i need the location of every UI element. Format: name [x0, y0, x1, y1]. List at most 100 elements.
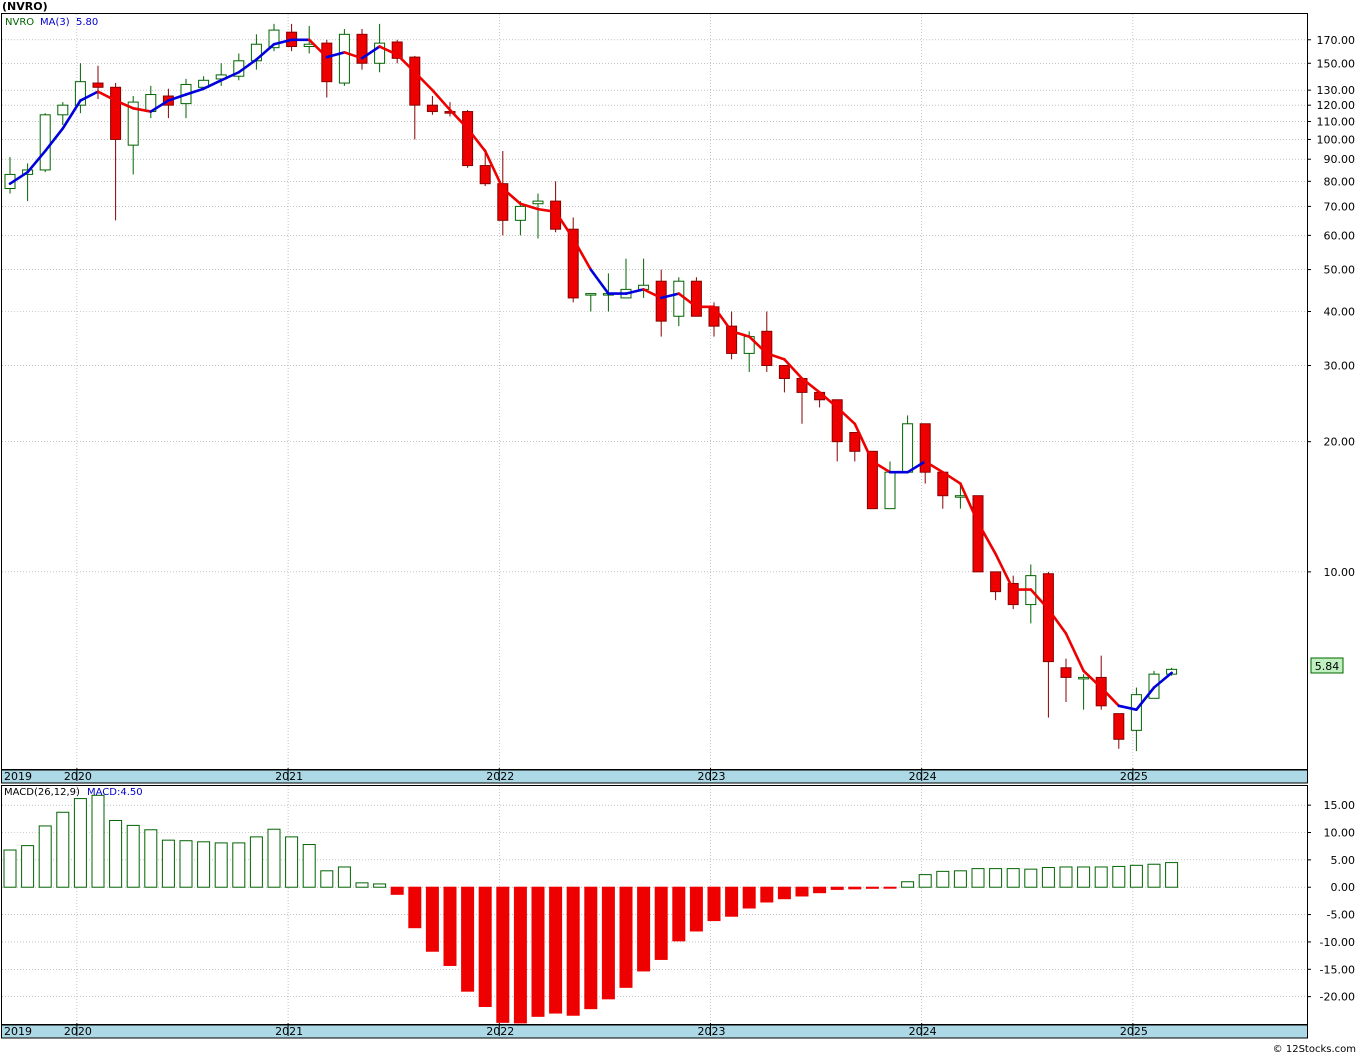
- macd-y-tick-label: -15.00: [1320, 963, 1355, 976]
- candle-body-down: [409, 56, 421, 106]
- macd-bar-negative: [883, 886, 897, 889]
- macd-bar-positive: [1006, 868, 1020, 888]
- macd-bar-negative: [601, 886, 615, 1000]
- macd-bar-positive: [1094, 866, 1108, 888]
- macd-bar-negative: [425, 886, 439, 952]
- macd-bar-positive: [179, 840, 193, 888]
- candle-body-up: [532, 200, 544, 205]
- macd-legend-label: MACD(26,12,9): [4, 787, 80, 798]
- macd-y-tick-label: 15.00: [1324, 799, 1356, 812]
- price-x-axis-label: 2019: [4, 770, 32, 783]
- macd-bar-positive: [373, 883, 387, 888]
- candle-body-up: [39, 114, 51, 171]
- candle-body-down: [1060, 667, 1072, 678]
- macd-bar-negative: [566, 886, 580, 1016]
- macd-y-tick-label: -5.00: [1327, 909, 1355, 922]
- macd-x-axis-label: 2023: [697, 1025, 725, 1038]
- candle-body-up: [954, 495, 966, 498]
- price-y-tick-label: 80.00: [1324, 175, 1356, 188]
- macd-bar-positive: [1024, 868, 1038, 888]
- candle: [690, 277, 702, 317]
- price-y-tick-label: 120.00: [1317, 99, 1356, 112]
- candle-body-up: [57, 104, 69, 116]
- macd-bar-positive: [267, 828, 281, 888]
- candle-body-up: [902, 423, 914, 473]
- price-y-tick-label: 10.00: [1324, 566, 1356, 579]
- candle: [462, 109, 474, 168]
- macd-bar-negative: [513, 886, 527, 1024]
- price-y-axis: 10.00 20.00 30.00 40.00 50.00 60.00 70.00 80.00…: [1307, 34, 1355, 579]
- macd-bar-positive: [918, 874, 932, 888]
- candle-body-down: [110, 86, 122, 140]
- macd-bar-positive: [953, 870, 967, 888]
- macd-bar-positive: [320, 870, 334, 888]
- macd-y-tick-label: -20.00: [1320, 991, 1355, 1004]
- macd-y-tick-label: 10.00: [1324, 827, 1356, 840]
- macd-bar-positive: [249, 836, 263, 888]
- macd-x-axis-label: 2021: [275, 1025, 303, 1038]
- macd-bar-positive: [21, 845, 35, 888]
- macd-bar-negative: [478, 886, 492, 1007]
- macd-bar-negative: [742, 886, 756, 909]
- macd-y-axis: 15.00 10.00 5.00 0.00 -5.00 -10.00 -15.00 -20.0…: [1307, 799, 1356, 1004]
- macd-bar-positive: [302, 844, 316, 888]
- price-x-axis-label: 2023: [697, 770, 725, 783]
- macd-bar-positive: [3, 849, 17, 888]
- macd-bar-positive: [1041, 867, 1055, 888]
- macd-bar-negative: [777, 886, 791, 900]
- macd-bar-negative: [830, 886, 844, 890]
- price-x-axis-label: 2021: [275, 770, 303, 783]
- macd-bar-positive: [936, 870, 950, 888]
- macd-bar-negative: [443, 886, 457, 966]
- price-x-axis-label: 2025: [1120, 770, 1148, 783]
- candle-body-down: [479, 165, 491, 185]
- macd-bar-positive: [144, 829, 158, 888]
- macd-bar-positive: [1165, 862, 1179, 888]
- candle-body-down: [462, 111, 474, 167]
- candle-body-up: [884, 471, 896, 510]
- candle-body-down: [426, 104, 438, 113]
- price-x-axis-band: [1, 769, 1308, 784]
- candle-body-up: [1130, 694, 1142, 731]
- price-y-tick-label: 20.00: [1324, 436, 1356, 449]
- macd-x-axis-label: 2022: [486, 1025, 514, 1038]
- candle: [902, 415, 914, 473]
- price-y-tick-label: 150.00: [1317, 57, 1356, 70]
- copyright: © 12Stocks.com: [1273, 1044, 1356, 1055]
- candle-body-down: [778, 365, 790, 379]
- macd-bar-positive: [989, 868, 1003, 888]
- macd-bar-negative: [637, 886, 651, 972]
- macd-bar-positive: [73, 798, 87, 888]
- macd-bar-positive: [109, 819, 123, 888]
- macd-x-axis-band: [1, 1024, 1308, 1039]
- candle-body-down: [1113, 713, 1125, 740]
- candle-body-up: [338, 33, 350, 84]
- candle: [39, 113, 51, 173]
- macd-panel-frame: [1, 785, 1308, 1025]
- macd-bar-positive: [56, 811, 70, 888]
- macd-bar-negative: [408, 886, 422, 929]
- macd-x-axis-label: 2024: [909, 1025, 937, 1038]
- macd-bar-negative: [760, 886, 774, 903]
- candle-body-down: [972, 495, 984, 573]
- macd-bar-positive: [232, 842, 246, 888]
- macd-bar-negative: [848, 886, 862, 890]
- candle-body-down: [990, 571, 1002, 593]
- macd-bar-negative: [813, 886, 827, 894]
- macd-bar-positive: [161, 839, 175, 888]
- macd-bar-positive: [285, 836, 299, 888]
- macd-bar-negative: [654, 886, 668, 960]
- candle: [972, 495, 984, 573]
- macd-bar-positive: [1147, 863, 1161, 888]
- macd-y-tick-label: 5.00: [1331, 854, 1356, 867]
- candle-body-down: [321, 42, 333, 83]
- macd-x-axis-label: 2020: [64, 1025, 92, 1038]
- macd-bar-positive: [214, 842, 228, 888]
- macd-bar-negative: [725, 886, 739, 917]
- macd-bar-negative: [707, 886, 721, 922]
- macd-bar-negative: [496, 886, 510, 1023]
- macd-bar-negative: [549, 886, 563, 1014]
- chart-title: (NVRO): [2, 0, 48, 13]
- candle-body-down: [690, 280, 702, 317]
- macd-x-axis-label: 2025: [1120, 1025, 1148, 1038]
